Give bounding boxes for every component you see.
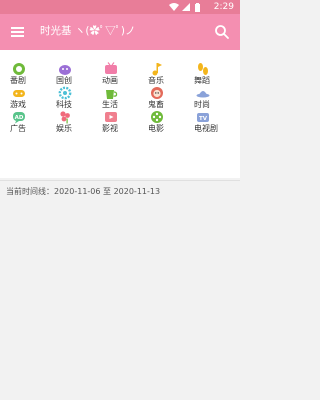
wifi-icon [169, 3, 179, 11]
cup-icon [106, 90, 118, 99]
gear-icon [58, 86, 72, 100]
category-label: 电视剧 [194, 124, 218, 133]
category-tv-series[interactable]: TV 电视剧 [188, 110, 234, 134]
battery-icon [195, 3, 200, 12]
category-label: 动画 [102, 76, 118, 85]
divider [0, 180, 240, 181]
category-label: 时尚 [194, 100, 210, 109]
category-label: 舞蹈 [194, 76, 210, 85]
category-ad[interactable]: AD 广告 [4, 110, 50, 134]
status-icons [168, 2, 208, 12]
film-reel-icon [151, 111, 163, 123]
flower-icon [60, 111, 70, 124]
category-label: 科技 [56, 100, 72, 109]
hat-icon [196, 91, 210, 98]
category-label: 游戏 [10, 100, 26, 109]
status-bar: 2:29 [0, 0, 240, 14]
category-kichiku[interactable]: 鬼畜 [142, 86, 188, 110]
category-animation[interactable]: 动画 [96, 62, 142, 86]
footprints-icon [198, 63, 208, 75]
category-bangumi[interactable]: 番剧 [4, 62, 50, 86]
music-note-icon [152, 63, 162, 76]
bangumi-icon [13, 63, 25, 75]
category-label: 鬼畜 [148, 100, 164, 109]
svg-text:AD: AD [15, 115, 24, 121]
category-game[interactable]: 游戏 [4, 86, 50, 110]
page-title: 时光基 ヽ(✿ﾟ▽ﾟ)ノ [40, 25, 136, 37]
tv-show-icon: TV [197, 113, 209, 122]
menu-icon[interactable] [8, 22, 28, 42]
timeline-text: 当前时间线：2020-11-06 至 2020-11-13 [6, 187, 161, 196]
ad-icon: AD [13, 112, 25, 124]
category-label: 生活 [102, 100, 118, 109]
tv-icon [105, 62, 117, 74]
category-grid: 番剧 国创 动画 音乐 舞蹈 游戏 科技 生活 鬼畜 时尚 AD 广告 娱乐 影… [4, 62, 236, 134]
guochuang-icon [59, 65, 71, 75]
signal-icon [182, 3, 190, 11]
search-icon[interactable] [212, 22, 232, 42]
category-label: 影视 [102, 124, 118, 133]
category-life[interactable]: 生活 [96, 86, 142, 110]
svg-text:TV: TV [199, 116, 208, 122]
category-fashion[interactable]: 时尚 [188, 86, 234, 110]
status-time: 2:29 [213, 2, 234, 12]
toolbar: 时光基 ヽ(✿ﾟ▽ﾟ)ノ [0, 14, 240, 50]
face-icon [151, 87, 163, 99]
category-film-tv[interactable]: 影视 [96, 110, 142, 134]
category-label: 广告 [10, 124, 26, 133]
category-panel: 番剧 国创 动画 音乐 舞蹈 游戏 科技 生活 鬼畜 时尚 AD 广告 娱乐 影… [0, 50, 240, 178]
category-label: 娱乐 [56, 124, 72, 133]
category-guochuang[interactable]: 国创 [50, 62, 96, 86]
gamepad-icon [13, 90, 25, 97]
category-label: 电影 [148, 124, 164, 133]
category-dance[interactable]: 舞蹈 [188, 62, 234, 86]
category-label: 番剧 [10, 76, 26, 85]
category-entertainment[interactable]: 娱乐 [50, 110, 96, 134]
category-label: 国创 [56, 76, 72, 85]
category-movie[interactable]: 电影 [142, 110, 188, 134]
film-icon [105, 112, 117, 122]
category-tech[interactable]: 科技 [50, 86, 96, 110]
category-label: 音乐 [148, 76, 164, 85]
category-music[interactable]: 音乐 [142, 62, 188, 86]
